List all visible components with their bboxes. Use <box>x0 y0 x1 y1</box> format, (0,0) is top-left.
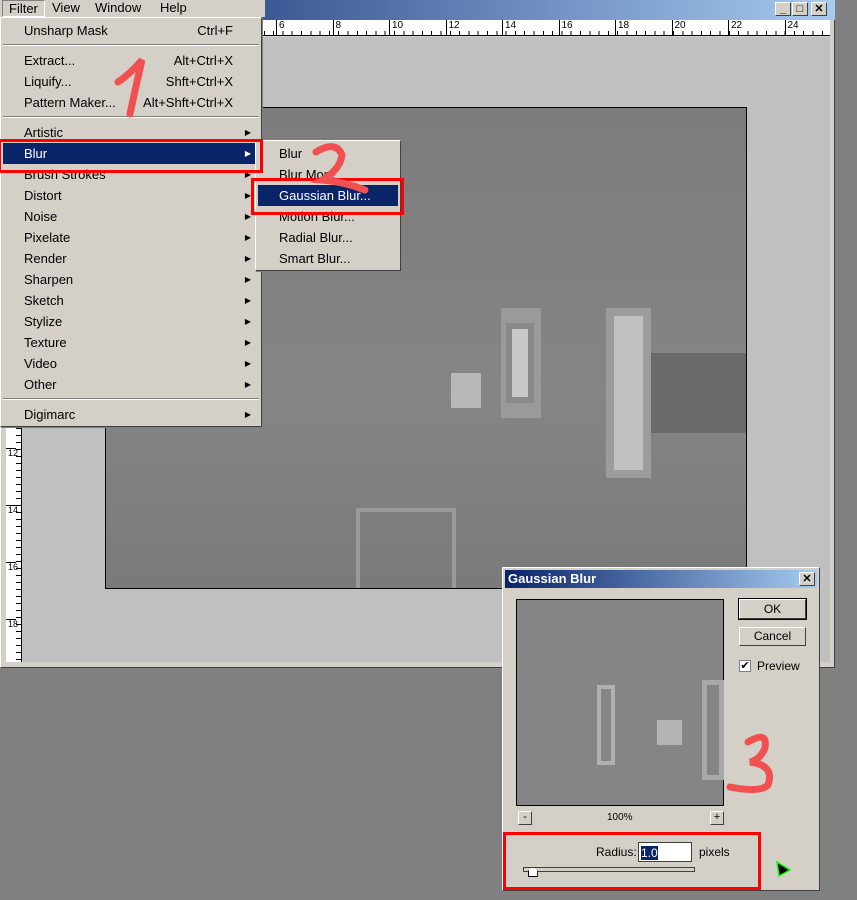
cursor-icon <box>776 860 792 878</box>
annotation-3 <box>726 733 773 794</box>
annotation-2 <box>310 143 369 194</box>
annotation-layer <box>114 57 792 878</box>
annotation-1 <box>114 57 146 118</box>
